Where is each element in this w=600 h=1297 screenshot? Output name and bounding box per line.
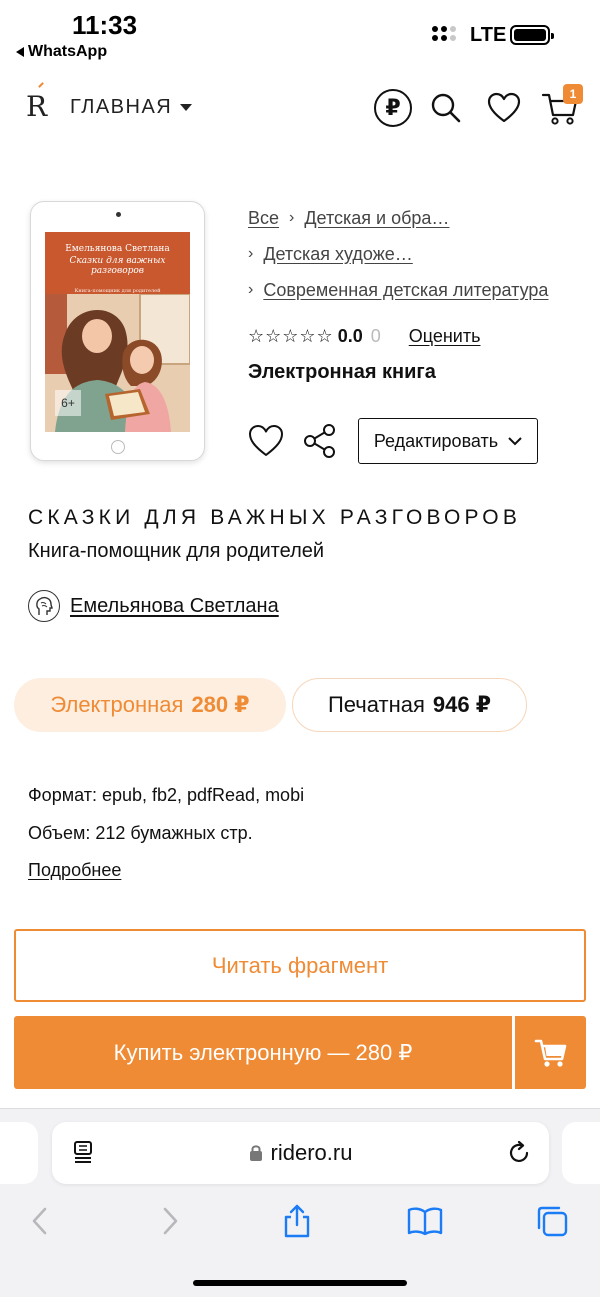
book-actions: Редактировать [248,418,538,464]
clock: 11:33 [72,10,138,40]
author-avatar-icon [28,590,60,622]
book-type-label: Электронная книга [248,361,436,383]
status-bar: 11:33 WhatsApp LTE [0,0,600,70]
format-tab-print[interactable]: Печатная 946 ₽ [292,678,527,732]
search-icon[interactable] [426,88,466,128]
tablet-home-button [111,440,125,454]
back-to-app-link[interactable]: WhatsApp [16,43,107,61]
back-app-label: WhatsApp [28,43,108,60]
book-subtitle: Книга-помощник для родителей [28,540,325,562]
share-icon[interactable] [302,423,338,459]
chevron-down-icon [508,437,522,446]
breadcrumb: Все › Детская и обра… › Детская художе… … [248,200,588,308]
breadcrumb-children-fiction[interactable]: Детская художе… [263,244,412,265]
cart-icon [534,1039,566,1067]
breadcrumb-children-education[interactable]: Детская и обра… [304,208,449,229]
browser-share-icon[interactable] [277,1201,317,1241]
ebook-price: 280 ₽ [191,692,250,717]
breadcrumb-row-2: › Детская художе… [248,236,588,272]
breadcrumb-row-3: › Современная детская литература [248,272,588,308]
tabs-overview-icon[interactable] [532,1201,572,1241]
next-tab-preview[interactable] [562,1122,600,1184]
reload-icon[interactable] [506,1140,532,1171]
main-nav-dropdown[interactable]: ГЛАВНАЯ [70,96,193,119]
chevron-right-icon: › [248,245,254,262]
book-title: СКАЗКИ ДЛЯ ВАЖНЫХ РАЗГОВОРОВ [28,506,522,529]
back-triangle-icon [16,47,24,57]
browser-toolbar: ridero.ru [0,1108,600,1297]
site-header: R ГЛАВНАЯ ₽ [0,78,600,138]
cart-count-badge: 1 [563,84,583,104]
rating-value: 0.0 [337,326,363,346]
volume-info: Объем: 212 бумажных стр. [28,823,253,843]
author-row: Емельянова Светлана [28,590,279,622]
format-tab-ebook[interactable]: Электронная 280 ₽ [14,678,286,732]
more-details-link[interactable]: Подробнее [28,860,121,881]
network-label: LTE [470,24,507,46]
cover-title: Сказки для важных разговоров [69,256,166,276]
lock-icon [249,1145,262,1161]
browser-back-icon[interactable] [20,1201,60,1241]
currency-symbol: ₽ [385,95,401,120]
main-nav-label: ГЛАВНАЯ [70,96,173,118]
print-price: 946 ₽ [432,692,492,717]
book-cover: Емельянова Светлана Сказки для важных ра… [45,232,190,432]
address-bar[interactable]: ridero.ru [52,1122,549,1184]
add-to-cart-button[interactable] [515,1016,586,1089]
edit-dropdown-button[interactable]: Редактировать [358,418,538,464]
edit-label: Редактировать [373,430,499,451]
chevron-right-icon: › [248,281,254,298]
battery-icon [510,25,554,45]
read-fragment-button[interactable]: Читать фрагмент [14,929,586,1002]
cover-author: Емельянова Светлана [65,244,170,254]
ruble-icon[interactable]: ₽ [374,89,412,127]
breadcrumb-row-1: Все › Детская и обра… [248,200,588,236]
logo-accent [38,82,44,88]
url-text: ridero.ru [270,1140,353,1165]
book-cover-tablet[interactable]: Емельянова Светлана Сказки для важных ра… [30,201,205,461]
star-rating-icon: ☆☆☆☆☆ [248,326,334,346]
rate-link[interactable]: Оценить [409,326,481,347]
breadcrumb-all[interactable]: Все [248,208,279,229]
age-rating-badge: 6+ [55,390,81,416]
signal-icon [432,26,456,41]
buy-ebook-button[interactable]: Купить электронную — 280 ₽ [14,1016,512,1089]
bookmarks-icon[interactable] [405,1201,445,1241]
format-info: Формат: epub, fb2, pdfRead, mobi [28,785,305,805]
tablet-camera [116,212,121,217]
heart-icon[interactable] [484,88,524,128]
chevron-right-icon: › [289,209,295,226]
favorite-heart-icon[interactable] [248,423,284,459]
ebook-label: Электронная [50,692,184,717]
rating-row: ☆☆☆☆☆ 0.0 0 Оценить [248,326,480,347]
caret-down-icon [180,104,193,111]
breadcrumb-modern-children-literature[interactable]: Современная детская литература [263,280,548,301]
previous-tab-preview[interactable] [0,1122,38,1184]
rating-count: 0 [370,326,381,346]
print-label: Печатная [327,692,425,717]
author-link[interactable]: Емельянова Светлана [70,595,279,618]
home-indicator[interactable] [193,1280,407,1286]
logo-letter: R [26,90,48,123]
browser-forward-icon[interactable] [150,1201,190,1241]
site-logo[interactable]: R [26,82,48,123]
